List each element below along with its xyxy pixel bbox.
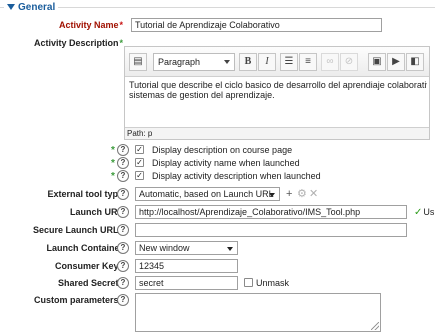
- display-activity-name-checkbox[interactable]: ✓: [135, 158, 144, 167]
- description-editor[interactable]: ▤ Paragraph B I ☰ ≡ ∞ ⊘ ▣ ▶ ◧ Tutorial q…: [124, 46, 430, 140]
- shared-secret-label: Shared Secret*: [58, 277, 123, 289]
- external-tool-type-select[interactable]: Automatic, based on Launch URL: [135, 187, 280, 201]
- display-description-checkbox[interactable]: ✓: [135, 145, 144, 154]
- chevron-down-icon: [227, 247, 233, 251]
- secure-launch-url-input[interactable]: [135, 223, 407, 237]
- activity-name-label: Activity Name*: [58, 20, 123, 30]
- launch-url-label: Launch URL: [70, 207, 123, 217]
- chevron-down-icon: [269, 193, 275, 197]
- help-icon[interactable]: ?: [117, 157, 129, 169]
- link-button[interactable]: ∞: [321, 53, 339, 71]
- display-activity-description-checkbox[interactable]: ✓: [135, 171, 144, 180]
- display-activity-description-label: Display activity description when launch…: [152, 171, 321, 181]
- fieldset-divider: [0, 7, 435, 8]
- image-button[interactable]: ▣: [368, 53, 386, 71]
- bold-button[interactable]: B: [239, 53, 257, 71]
- consumer-key-input[interactable]: 12345: [135, 259, 238, 273]
- settings-icon[interactable]: ⚙: [297, 188, 307, 200]
- activity-description-label: Activity Description*: [33, 38, 123, 48]
- unlink-button[interactable]: ⊘: [340, 53, 358, 71]
- fieldset-legend-text: General: [18, 1, 56, 13]
- activity-name-input[interactable]: Tutorial de Aprendizaje Colaborativo: [131, 18, 382, 32]
- help-icon[interactable]: ?: [117, 206, 129, 218]
- advanced-star-icon: *: [111, 158, 115, 169]
- resize-handle-icon[interactable]: [371, 322, 379, 330]
- general-fieldset-header[interactable]: General: [0, 0, 435, 14]
- add-icon[interactable]: +: [286, 188, 292, 200]
- advanced-star-icon: *: [119, 38, 123, 48]
- valid-check-icon: ✓Us: [414, 207, 435, 218]
- launch-container-select[interactable]: New window: [135, 241, 238, 255]
- bullet-list-button[interactable]: ☰: [280, 53, 298, 71]
- chevron-down-icon: [224, 60, 230, 64]
- advanced-star-icon: *: [111, 145, 115, 156]
- toolbar-toggle-icon[interactable]: ▤: [129, 53, 147, 71]
- collapse-triangle-icon[interactable]: [7, 4, 15, 10]
- custom-parameters-textarea[interactable]: [135, 293, 381, 332]
- display-activity-name-label: Display activity name when launched: [152, 158, 300, 168]
- help-icon[interactable]: ?: [117, 242, 129, 254]
- italic-button[interactable]: I: [258, 53, 276, 71]
- editor-path-bar: Path: p: [125, 127, 429, 139]
- editor-toolbar: ▤ Paragraph B I ☰ ≡ ∞ ⊘ ▣ ▶ ◧: [125, 47, 429, 77]
- display-description-label: Display description on course page: [152, 145, 293, 155]
- consumer-key-label: Consumer Key*: [55, 260, 123, 272]
- numbered-list-button[interactable]: ≡: [299, 53, 317, 71]
- delete-icon[interactable]: ✕: [309, 188, 318, 200]
- paragraph-format-select[interactable]: Paragraph: [153, 53, 235, 71]
- custom-parameters-label: Custom parameters*: [34, 294, 123, 306]
- help-icon[interactable]: ?: [117, 188, 129, 200]
- unmask-checkbox[interactable]: [244, 278, 253, 287]
- manage-files-button[interactable]: ◧: [406, 53, 424, 71]
- launch-url-input[interactable]: http://localhost/Aprendizaje_Colaborativ…: [135, 205, 407, 219]
- help-icon[interactable]: ?: [117, 224, 129, 236]
- required-star-icon: *: [119, 20, 123, 30]
- help-icon[interactable]: ?: [117, 170, 129, 182]
- editor-content[interactable]: Tutorial que describe el ciclo basico de…: [129, 80, 427, 100]
- secure-launch-url-label: Secure Launch URL*: [33, 224, 123, 236]
- help-icon[interactable]: ?: [117, 294, 129, 306]
- external-tool-type-label: External tool type: [47, 189, 123, 199]
- help-icon[interactable]: ?: [117, 277, 129, 289]
- advanced-star-icon: *: [111, 171, 115, 182]
- help-icon[interactable]: ?: [117, 260, 129, 272]
- launch-container-label: Launch Container: [46, 243, 123, 253]
- media-button[interactable]: ▶: [387, 53, 405, 71]
- unmask-label: Unmask: [256, 278, 290, 288]
- shared-secret-input[interactable]: secret: [135, 276, 238, 290]
- fieldset-legend[interactable]: General: [4, 0, 59, 14]
- help-icon[interactable]: ?: [117, 144, 129, 156]
